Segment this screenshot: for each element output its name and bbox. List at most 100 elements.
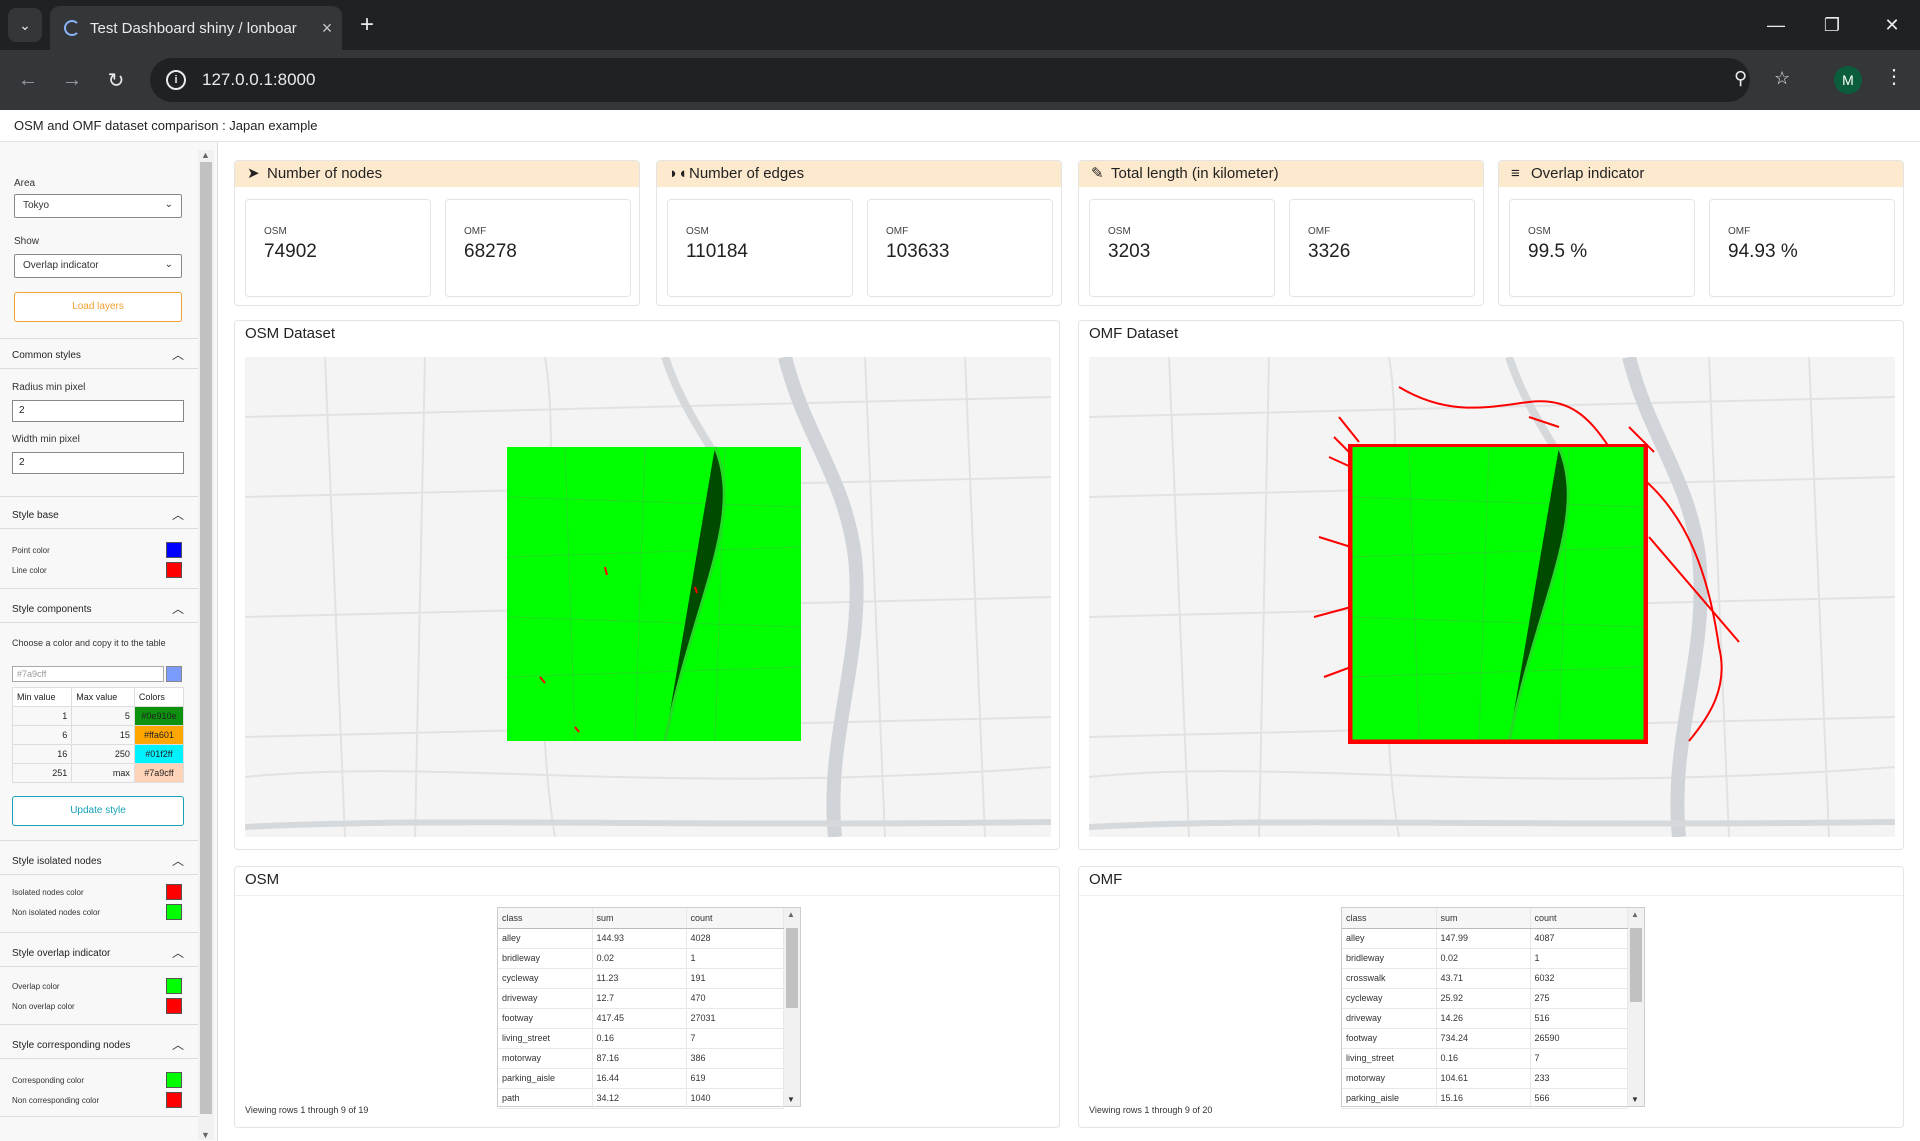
scroll-down-icon[interactable]: ▼ xyxy=(787,1095,795,1104)
table-row[interactable]: bridleway 0.02 1 xyxy=(498,948,784,969)
max-cell[interactable]: 15 xyxy=(71,725,135,745)
table-row[interactable]: 6 15 #ffa601 xyxy=(11,725,185,745)
table-row[interactable]: crosswalk 43.71 6032 xyxy=(1342,968,1628,989)
min-cell[interactable]: 1 xyxy=(11,706,73,726)
omf-map[interactable] xyxy=(1089,357,1895,837)
column-header[interactable]: class xyxy=(498,908,593,929)
close-window-button[interactable]: ✕ xyxy=(1864,0,1920,50)
non-corresponding-color-swatch[interactable] xyxy=(166,1092,182,1108)
chevron-up-icon[interactable]: ︿ xyxy=(172,1036,184,1053)
bookmark-star-icon[interactable]: ☆ xyxy=(1774,68,1790,89)
omf-data-grid[interactable]: class sum count alley 147.99 4087 bridlewa… xyxy=(1341,907,1645,1109)
table-row[interactable]: cycleway 25.92 275 xyxy=(1342,988,1628,1009)
table-scrollbar[interactable]: ▲ ▼ xyxy=(1628,908,1644,1106)
max-cell[interactable]: max xyxy=(71,763,135,783)
restore-button[interactable]: ❐ xyxy=(1804,0,1860,50)
scroll-down-icon[interactable]: ▼ xyxy=(201,1130,210,1140)
table-scrollbar[interactable]: ▲ ▼ xyxy=(784,908,800,1106)
common-styles-header[interactable]: Common styles xyxy=(12,350,81,361)
scroll-down-icon[interactable]: ▼ xyxy=(1631,1095,1639,1104)
color-cell[interactable]: #7a9cff xyxy=(133,763,185,783)
column-header[interactable]: class xyxy=(1342,908,1437,929)
scroll-up-icon[interactable]: ▲ xyxy=(787,910,795,919)
new-tab-button[interactable]: + xyxy=(352,10,382,40)
osm-map-canvas[interactable] xyxy=(245,357,1051,837)
load-layers-button[interactable]: Load layers xyxy=(14,292,182,322)
column-header[interactable]: sum xyxy=(1436,908,1531,929)
table-row[interactable]: cycleway 11.23 191 xyxy=(498,968,784,989)
chevron-up-icon[interactable]: ︿ xyxy=(172,600,184,617)
style-isolated-header[interactable]: Style isolated nodes xyxy=(12,856,102,867)
table-row[interactable]: path 34.12 1040 xyxy=(498,1088,784,1109)
color-cell[interactable]: #0e910e xyxy=(133,706,185,726)
corresponding-color-swatch[interactable] xyxy=(166,1072,182,1088)
table-row[interactable]: 16 250 #01f2ff xyxy=(11,744,185,764)
chevron-up-icon[interactable]: ︿ xyxy=(172,944,184,961)
zoom-icon[interactable]: ⚲ xyxy=(1734,68,1747,89)
osm-data-grid[interactable]: class sum count alley 144.93 4028 bridlewa… xyxy=(497,907,801,1109)
isolated-color-swatch[interactable] xyxy=(166,884,182,900)
osm-map[interactable] xyxy=(245,357,1051,837)
close-tab-icon[interactable]: × xyxy=(312,18,342,39)
radius-input[interactable]: 2 xyxy=(12,400,184,422)
table-row[interactable]: living_street 0.16 7 xyxy=(1342,1048,1628,1069)
scrollbar-thumb[interactable] xyxy=(1630,928,1642,1002)
table-row[interactable]: motorway 87.16 386 xyxy=(498,1048,784,1069)
color-cell[interactable]: #01f2ff xyxy=(133,744,185,764)
non-isolated-color-swatch[interactable] xyxy=(166,904,182,920)
scroll-up-icon[interactable]: ▲ xyxy=(1631,910,1639,919)
color-input[interactable]: #7a9cff xyxy=(12,666,164,682)
address-bar[interactable]: i 127.0.0.1:8000 ⚲ ☆ xyxy=(150,58,1790,102)
update-style-button[interactable]: Update style xyxy=(12,796,184,826)
back-button[interactable]: ← xyxy=(12,64,44,96)
table-row[interactable]: parking_aisle 15.16 566 xyxy=(1342,1088,1628,1109)
color-cell[interactable]: #ffa601 xyxy=(133,725,185,745)
min-cell[interactable]: 16 xyxy=(11,744,73,764)
table-row[interactable]: alley 147.99 4087 xyxy=(1342,928,1628,949)
max-cell[interactable]: 5 xyxy=(71,706,135,726)
column-header[interactable]: count xyxy=(1530,908,1628,929)
chevron-up-icon[interactable]: ︿ xyxy=(172,852,184,869)
minimize-button[interactable]: — xyxy=(1748,0,1804,50)
column-header[interactable]: sum xyxy=(592,908,687,929)
line-color-swatch[interactable] xyxy=(166,562,182,578)
area-select[interactable]: Tokyo ⌄ xyxy=(14,194,182,218)
table-row[interactable]: alley 144.93 4028 xyxy=(498,928,784,949)
table-row[interactable]: 251 max #7a9cff xyxy=(11,763,185,783)
style-corresponding-header[interactable]: Style corresponding nodes xyxy=(12,1040,130,1051)
scrollbar-thumb[interactable] xyxy=(786,928,798,1008)
non-overlap-color-swatch[interactable] xyxy=(166,998,182,1014)
sidebar-scrollbar[interactable]: ▲ ▼ xyxy=(198,150,214,1140)
scroll-up-icon[interactable]: ▲ xyxy=(201,150,210,160)
table-row[interactable]: driveway 14.26 516 xyxy=(1342,1008,1628,1029)
table-row[interactable]: parking_aisle 16.44 619 xyxy=(498,1068,784,1089)
style-overlap-header[interactable]: Style overlap indicator xyxy=(12,948,110,959)
forward-button[interactable]: → xyxy=(56,64,88,96)
browser-menu-icon[interactable]: ⋮ xyxy=(1884,64,1904,89)
min-cell[interactable]: 251 xyxy=(11,763,73,783)
show-select[interactable]: Overlap indicator ⌄ xyxy=(14,254,182,278)
max-cell[interactable]: 250 xyxy=(71,744,135,764)
profile-avatar[interactable]: M xyxy=(1834,66,1862,94)
scrollbar-thumb[interactable] xyxy=(200,162,212,1114)
style-components-header[interactable]: Style components xyxy=(12,604,92,615)
reload-button[interactable]: ↻ xyxy=(100,64,132,96)
browser-tab[interactable]: Test Dashboard shiny / lonboar × xyxy=(50,6,342,50)
tab-search-button[interactable]: ⌄ xyxy=(8,8,42,42)
table-row[interactable]: 1 5 #0e910e xyxy=(11,706,185,726)
style-base-header[interactable]: Style base xyxy=(12,510,59,521)
color-picker[interactable] xyxy=(166,666,182,682)
overlap-color-swatch[interactable] xyxy=(166,978,182,994)
chevron-up-icon[interactable]: ︿ xyxy=(172,506,184,523)
min-cell[interactable]: 6 xyxy=(11,725,73,745)
width-input[interactable]: 2 xyxy=(12,452,184,474)
table-row[interactable]: driveway 12.7 470 xyxy=(498,988,784,1009)
table-row[interactable]: living_street 0.16 7 xyxy=(498,1028,784,1049)
omf-map-canvas[interactable] xyxy=(1089,357,1895,837)
table-row[interactable]: motorway 104.61 233 xyxy=(1342,1068,1628,1089)
chevron-up-icon[interactable]: ︿ xyxy=(172,346,184,363)
table-row[interactable]: footway 417.45 27031 xyxy=(498,1008,784,1029)
site-info-icon[interactable]: i xyxy=(166,70,186,90)
table-row[interactable]: bridleway 0.02 1 xyxy=(1342,948,1628,969)
table-row[interactable]: footway 734.24 26590 xyxy=(1342,1028,1628,1049)
